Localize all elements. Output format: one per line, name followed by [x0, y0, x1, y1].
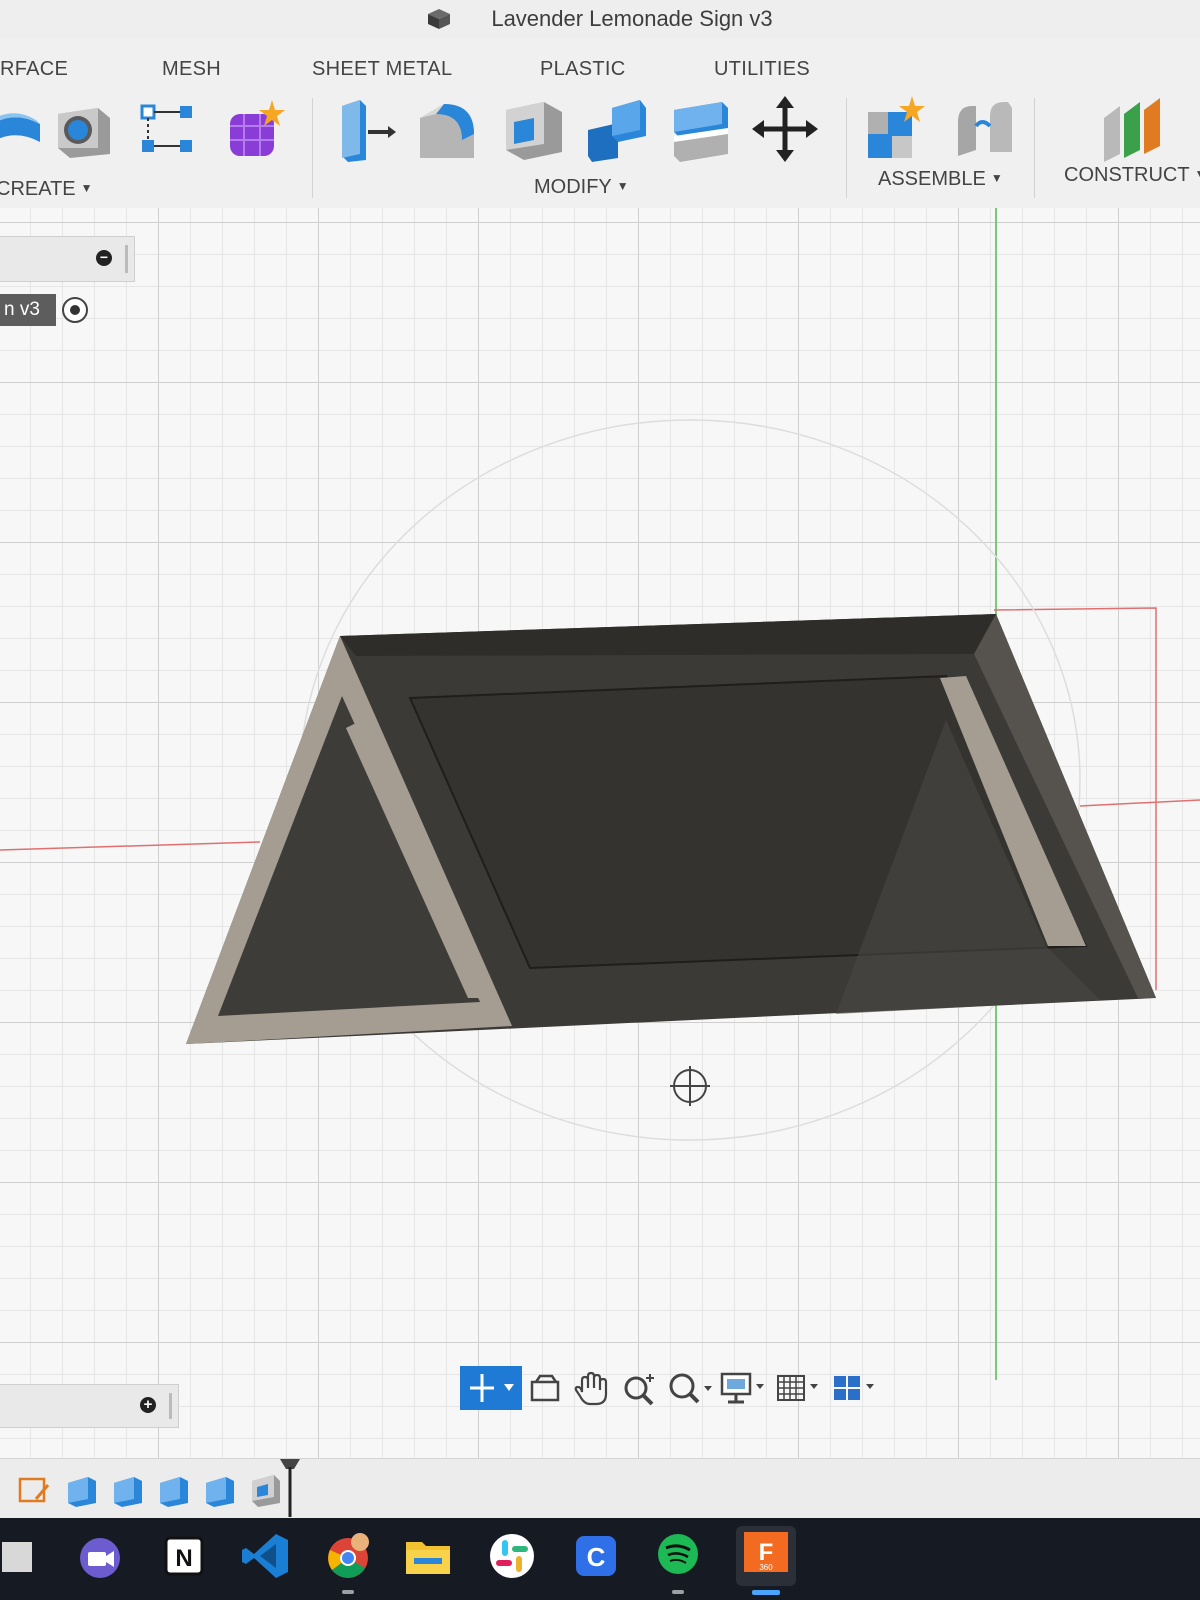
construct-menu[interactable]: CONSTRUCT▼ [1064, 164, 1200, 187]
combine-icon[interactable] [584, 96, 650, 162]
fillet-icon[interactable] [414, 96, 480, 162]
modify-menu[interactable]: MODIFY ▼ [534, 176, 629, 199]
active-radio-icon[interactable] [62, 297, 88, 323]
extrude-feature-icon[interactable] [62, 1469, 102, 1509]
look-at-icon[interactable] [526, 1370, 566, 1406]
chrome-icon[interactable] [320, 1528, 376, 1584]
window-title: Lavender Lemonade Sign v3 [491, 6, 773, 31]
browser-panel[interactable]: − [0, 236, 135, 282]
extrude-feature-icon[interactable] [154, 1469, 194, 1509]
move-icon[interactable] [752, 96, 818, 162]
tab-utilities[interactable]: UTILITIES [714, 58, 810, 81]
fit-icon[interactable] [664, 1370, 714, 1406]
display-settings-icon[interactable] [718, 1370, 768, 1406]
svg-text:N: N [175, 1545, 192, 1572]
grid-icon[interactable] [774, 1370, 824, 1406]
svg-text:F: F [759, 1539, 774, 1566]
viewports-icon[interactable] [830, 1370, 880, 1406]
svg-text:360: 360 [759, 1563, 773, 1572]
running-indicator [342, 1590, 354, 1594]
spotify-icon[interactable] [650, 1528, 706, 1584]
tab-mesh[interactable]: MESH [162, 58, 221, 81]
red-axis-line [1079, 799, 1200, 807]
tab-plastic[interactable]: PLASTIC [540, 58, 625, 81]
create-form-icon[interactable] [222, 96, 288, 162]
shell-icon[interactable] [500, 96, 566, 162]
svg-text:C: C [587, 1542, 606, 1572]
toolbar: RFACE MESH SHEET METAL PLASTIC UTILITIES… [0, 38, 1200, 209]
tab-surface[interactable]: RFACE [0, 58, 68, 81]
toolbar-divider [846, 98, 847, 198]
notion-icon[interactable]: N [156, 1528, 212, 1584]
timeline-marker-icon[interactable] [278, 1457, 302, 1517]
sign-top-edge [340, 614, 996, 656]
pan-icon[interactable] [572, 1370, 612, 1406]
title-bar: Lavender Lemonade Sign v3 [0, 0, 1200, 38]
slack-icon[interactable] [484, 1528, 540, 1584]
canva-icon[interactable]: C [568, 1528, 624, 1584]
new-component-icon[interactable] [864, 96, 930, 162]
offset-plane-icon[interactable] [1100, 96, 1166, 162]
extrude-feature-icon[interactable] [108, 1469, 148, 1509]
timeline-bar [0, 1458, 1200, 1519]
press-pull-icon[interactable] [330, 96, 396, 162]
file-explorer-icon[interactable] [400, 1528, 456, 1584]
browser-document-node[interactable]: n v3 [0, 294, 56, 326]
pattern-icon[interactable] [136, 96, 202, 162]
vscode-icon[interactable] [238, 1528, 294, 1584]
teams-icon[interactable] [72, 1528, 128, 1584]
toolbar-divider [312, 98, 313, 198]
panel-grip-icon[interactable] [169, 1393, 172, 1419]
assemble-menu[interactable]: ASSEMBLE ▼ [878, 168, 1003, 191]
toolbar-divider [1034, 98, 1035, 198]
start-icon[interactable] [0, 1528, 46, 1584]
comments-add-icon[interactable]: + [140, 1397, 156, 1413]
navigation-bar [460, 1364, 900, 1410]
running-indicator [672, 1590, 684, 1594]
browser-collapse-icon[interactable]: − [96, 250, 112, 266]
cube-document-icon [428, 9, 451, 29]
sketch-feature-icon[interactable] [14, 1469, 54, 1509]
joint-icon[interactable] [952, 96, 1018, 162]
taskbar: N C F 360 [0, 1518, 1200, 1600]
model-viewport[interactable] [0, 208, 1200, 1458]
tab-sheet-metal[interactable]: SHEET METAL [312, 58, 452, 81]
comments-panel[interactable]: + [0, 1384, 179, 1428]
hole-icon[interactable] [50, 96, 116, 162]
red-axis-line [0, 841, 261, 851]
panel-grip-icon[interactable] [125, 245, 128, 273]
viewport-canvas[interactable]: − n v3 [0, 208, 1200, 1458]
extrude-feature-icon[interactable] [200, 1469, 240, 1509]
fusion360-icon[interactable]: F 360 [734, 1524, 798, 1588]
extrude-surface-icon[interactable] [0, 96, 46, 162]
zoom-icon[interactable] [620, 1370, 660, 1406]
orbit-icon[interactable] [460, 1366, 522, 1410]
split-body-icon[interactable] [668, 96, 734, 162]
create-menu[interactable]: CREATE ▼ [0, 178, 93, 201]
pivot-marker-icon [670, 1066, 710, 1106]
active-app-indicator [752, 1590, 780, 1595]
